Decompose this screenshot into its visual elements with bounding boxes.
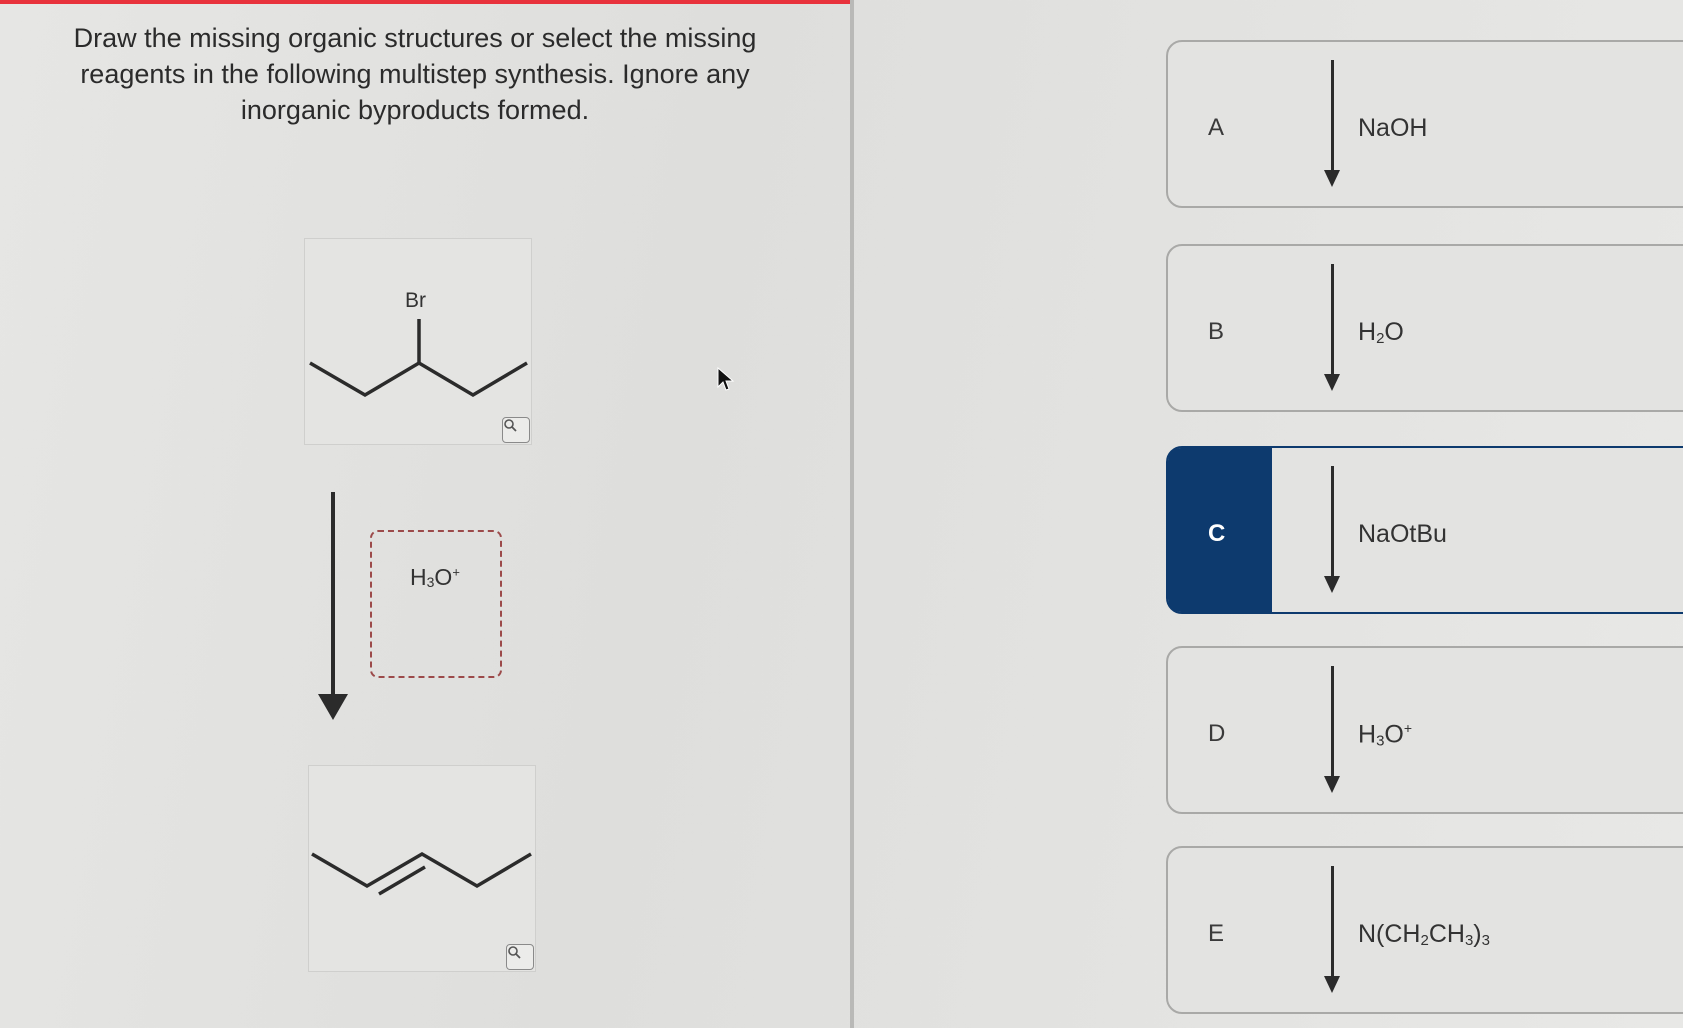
option-d[interactable]: D H3O+ xyxy=(1166,646,1683,814)
reagent-h3o-label: H3O+ xyxy=(410,564,460,590)
option-arrow-head xyxy=(1324,374,1340,391)
option-arrow xyxy=(1331,264,1334,376)
option-reagent: H3O+ xyxy=(1358,720,1413,750)
mouse-cursor-icon xyxy=(717,367,735,391)
option-letter: D xyxy=(1208,720,1226,747)
option-reagent: NaOH xyxy=(1358,114,1428,142)
option-arrow xyxy=(1331,60,1334,172)
option-a[interactable]: A NaOH xyxy=(1166,40,1683,208)
option-arrow-head xyxy=(1324,576,1340,593)
reaction-arrow-head xyxy=(318,694,348,720)
reagent-drop-zone[interactable]: H3O+ xyxy=(370,530,502,678)
option-arrow-head xyxy=(1324,976,1340,993)
option-arrow-head xyxy=(1324,776,1340,793)
instructions-text: Draw the missing organic structures or s… xyxy=(73,23,757,125)
option-e[interactable]: E N(CH2CH3)3 xyxy=(1166,846,1683,1014)
option-letter: B xyxy=(1208,318,1225,345)
zoom-icon[interactable] xyxy=(506,944,534,970)
option-letter: E xyxy=(1208,920,1225,947)
option-arrow xyxy=(1331,866,1334,978)
option-reagent: H2O xyxy=(1358,318,1404,347)
option-arrow-head xyxy=(1324,170,1340,187)
zoom-icon[interactable] xyxy=(502,417,530,443)
bromine-label: Br xyxy=(405,289,426,312)
starting-material-structure xyxy=(309,319,528,398)
starting-material-box[interactable]: Br xyxy=(304,238,532,445)
option-arrow xyxy=(1331,666,1334,778)
top-accent-bar xyxy=(0,0,850,4)
panel-divider xyxy=(850,0,854,1028)
option-b[interactable]: B H2O xyxy=(1166,244,1683,412)
product-structure xyxy=(311,851,532,896)
option-c[interactable]: C NaOtBu xyxy=(1166,446,1683,614)
option-reagent: N(CH2CH3)3 xyxy=(1358,920,1490,949)
option-letter: C xyxy=(1208,520,1226,547)
option-arrow xyxy=(1331,466,1334,578)
option-reagent: NaOtBu xyxy=(1358,520,1447,548)
product-box[interactable] xyxy=(308,765,536,972)
option-letter: A xyxy=(1208,114,1225,141)
reaction-arrow xyxy=(331,492,335,697)
